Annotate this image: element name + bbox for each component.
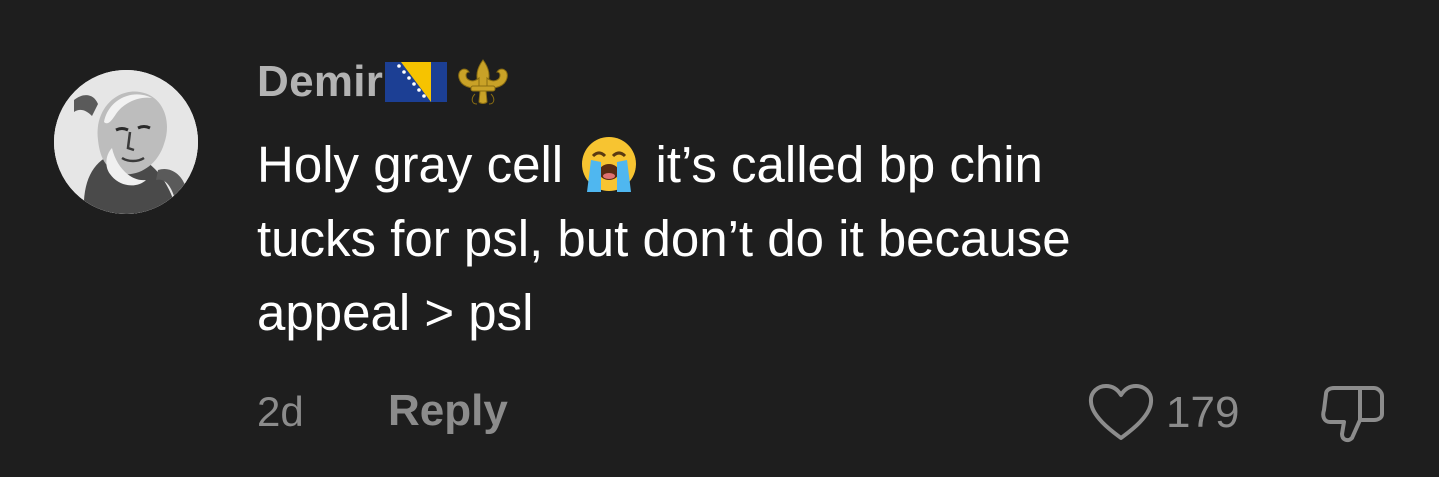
thumbs-down-icon: [1321, 386, 1384, 443]
comment-line-2: tucks for psl, but don’t do it because: [257, 210, 1071, 267]
username-row: Demir: [257, 54, 513, 110]
bosnia-flag-icon: [385, 62, 448, 102]
avatar-image: [54, 70, 198, 214]
comment-line-3: appeal > psl: [257, 284, 534, 341]
heart-icon: [1088, 384, 1154, 440]
like-count: 179: [1166, 388, 1240, 437]
timestamp: 2d: [257, 388, 304, 435]
dislike-button[interactable]: [1318, 380, 1388, 450]
username[interactable]: Demir: [257, 57, 383, 107]
fleur-de-lis-icon: [458, 59, 509, 105]
comment-text-segment: it’s called bp chin: [655, 136, 1043, 193]
avatar[interactable]: [54, 70, 198, 214]
comment-text: Holy gray cell it’s called bp chin tucks…: [257, 128, 1377, 350]
loudly-crying-face-icon: [582, 137, 637, 192]
like-button[interactable]: 179: [1086, 382, 1239, 444]
comment-line-1: Holy gray cell it’s called bp chin: [257, 128, 1377, 202]
comment-item: Demir Holy gray cell it’s called bp chin…: [0, 0, 1439, 477]
reply-button[interactable]: Reply: [388, 382, 508, 440]
comment-text-segment: Holy gray cell: [257, 136, 564, 193]
